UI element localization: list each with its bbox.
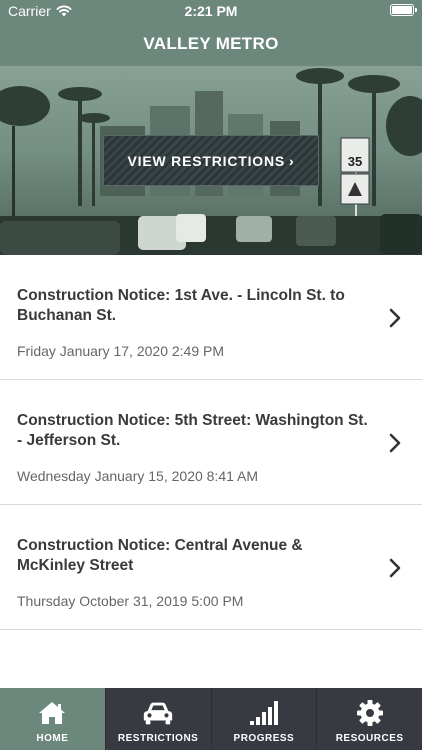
tab-home-label: HOME — [36, 733, 69, 744]
notice-item[interactable]: Construction Notice: 1st Ave. - Lincoln … — [0, 255, 422, 380]
notice-title: Construction Notice: 1st Ave. - Lincoln … — [17, 287, 345, 324]
view-restrictions-label: VIEW RESTRICTIONS — [127, 152, 286, 169]
notice-title: Construction Notice: 5th Street: Washing… — [17, 412, 368, 449]
tab-home[interactable]: HOME — [0, 688, 106, 750]
notice-date: Friday January 17, 2020 2:49 PM — [17, 343, 225, 359]
tab-resources[interactable]: RESOURCES — [317, 688, 422, 750]
chevron-right-icon — [389, 558, 401, 578]
tab-progress-label: PROGRESS — [233, 733, 295, 744]
page-title: VALLEY METRO — [143, 34, 279, 53]
notice-date: Thursday October 31, 2019 5:00 PM — [17, 593, 244, 609]
chevron-right-icon: › — [289, 152, 295, 169]
battery-icon — [390, 4, 417, 16]
tab-restrictions[interactable]: RESTRICTIONS — [105, 688, 212, 750]
notice-item[interactable]: Construction Notice: Central Avenue & Mc… — [0, 505, 422, 630]
tab-restrictions-label: RESTRICTIONS — [117, 733, 199, 744]
notice-list: Construction Notice: 1st Ave. - Lincoln … — [0, 255, 422, 630]
tab-resources-label: RESOURCES — [335, 733, 404, 744]
home-icon — [35, 699, 69, 727]
notice-date: Wednesday January 15, 2020 8:41 AM — [17, 468, 259, 484]
tab-bar: HOME RESTRICTIONS PROGRESS RESOURCES — [0, 688, 422, 750]
tab-progress[interactable]: PROGRESS — [211, 688, 318, 750]
notice-title: Construction Notice: Central Avenue & Mc… — [17, 537, 303, 574]
gear-icon — [353, 699, 387, 727]
signal-bars-icon — [247, 699, 281, 727]
view-restrictions-button[interactable]: VIEW RESTRICTIONS › — [103, 135, 319, 186]
app-header: Carrier 2:21 PM VALLEY METRO — [0, 0, 422, 66]
car-icon — [141, 699, 175, 727]
chevron-right-icon — [389, 308, 401, 328]
status-bar: Carrier 2:21 PM — [0, 0, 422, 22]
hero-banner: 35 VIEW RESTRICTIONS › — [0, 66, 422, 255]
chevron-right-icon — [389, 433, 401, 453]
notice-item[interactable]: Construction Notice: 5th Street: Washing… — [0, 380, 422, 505]
status-time: 2:21 PM — [184, 3, 238, 19]
speed-sign-value: 35 — [348, 154, 362, 169]
